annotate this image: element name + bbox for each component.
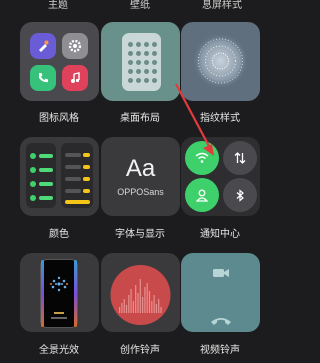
waveform-bar [137, 293, 139, 313]
app-placeholder-dot [136, 69, 141, 74]
desktop-layout-tile[interactable] [101, 22, 180, 101]
panoramic-light-label: 全景光效 [39, 345, 79, 356]
app-placeholder-dot [136, 42, 141, 47]
app-placeholder-dot [128, 69, 133, 74]
app-placeholder-dot [152, 51, 157, 56]
waveform-bar [151, 301, 153, 313]
theme-label[interactable]: 主题 [18, 0, 98, 11]
waveform-bar [123, 299, 125, 313]
waveform-bar [153, 295, 155, 313]
notification-center-label: 通知中心 [200, 229, 240, 240]
globe-dots-icon [50, 276, 68, 292]
color-label: 颜色 [49, 229, 69, 240]
app-placeholder-dot [144, 42, 149, 47]
app-placeholder-dot [144, 78, 149, 83]
desktop-layout-label: 桌面布局 [120, 113, 160, 124]
font-display-label: 字体与显示 [115, 229, 165, 240]
hang-up-icon [210, 311, 232, 330]
video-camera-icon [212, 264, 230, 283]
panoramic-light-tile[interactable] [20, 253, 99, 332]
phone-icon [30, 65, 56, 91]
app-placeholder-dot [128, 60, 133, 65]
waveform-bar [146, 283, 148, 313]
app-placeholder-dot [144, 60, 149, 65]
video-ringtone-tile[interactable] [181, 253, 260, 332]
font-preview-glyph: Aa [125, 155, 156, 182]
app-placeholder-dot [136, 51, 141, 56]
waveform-bar [119, 307, 121, 313]
waveform-bar [128, 295, 130, 313]
app-placeholder-dot [144, 69, 149, 74]
waveform-bar [148, 291, 151, 313]
bluetooth-icon [223, 178, 257, 212]
color-preview-panel-left [26, 143, 56, 208]
music-icon [62, 65, 88, 91]
app-placeholder-dot [152, 42, 157, 47]
wallpaper-label[interactable]: 壁纸 [100, 0, 180, 11]
icon-style-label: 图标风格 [39, 113, 79, 124]
app-placeholder-dot [136, 78, 141, 83]
waveform-bar [132, 301, 134, 313]
waveform-bar [142, 297, 144, 313]
create-ringtone-label: 创作铃声 [120, 345, 160, 356]
app-placeholder-dot [128, 42, 133, 47]
waveform-bar [135, 285, 137, 313]
fingerprint-style-label: 指纹样式 [200, 113, 240, 124]
icon-style-tile[interactable] [20, 22, 99, 101]
color-tile[interactable] [20, 137, 99, 216]
waveform-bar [125, 305, 128, 313]
paint-brush-icon [30, 33, 56, 59]
waveform-bar [160, 307, 162, 313]
gear-icon [62, 33, 88, 59]
app-placeholder-dot [152, 69, 157, 74]
app-placeholder-dot [128, 78, 133, 83]
waveform-bar [139, 279, 141, 313]
wifi-icon [185, 141, 219, 175]
waveform-icon [110, 265, 171, 325]
waveform-bar [158, 299, 160, 313]
app-placeholder-dot [136, 60, 141, 65]
color-preview-panel-right [61, 143, 93, 208]
fingerprint-animation-icon [192, 33, 249, 89]
video-ringtone-label: 视频铃声 [200, 345, 240, 356]
font-display-tile[interactable]: Aa OPPOSans [101, 137, 180, 216]
create-ringtone-tile[interactable] [101, 253, 180, 332]
app-placeholder-dot [144, 51, 149, 56]
app-placeholder-dot [128, 51, 133, 56]
waveform-bar [155, 304, 157, 313]
user-icon [185, 178, 219, 212]
aod-style-label[interactable]: 息屏样式 [182, 0, 262, 11]
phone-preview [40, 259, 78, 328]
app-placeholder-dot [152, 60, 157, 65]
app-placeholder-dot [152, 78, 157, 83]
phone-grid-preview [122, 33, 161, 91]
font-name: OPPOSans [117, 187, 164, 197]
waveform-bar [130, 289, 132, 313]
data-arrows-icon [223, 141, 257, 175]
waveform-bar [144, 287, 146, 313]
control-center-tile[interactable] [181, 137, 260, 216]
waveform-bar [121, 303, 123, 313]
fingerprint-style-tile[interactable] [181, 22, 260, 101]
